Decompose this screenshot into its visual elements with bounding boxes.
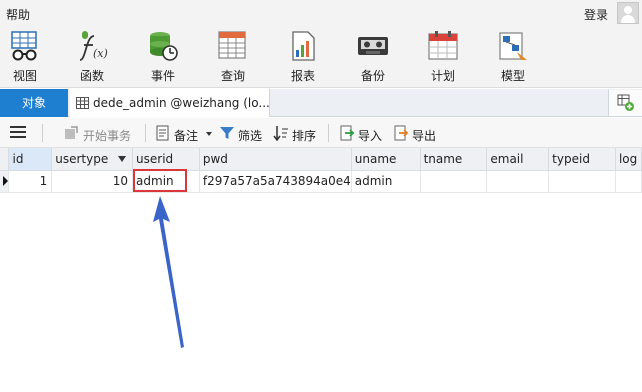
toolbar-event-label: 事件 — [150, 69, 175, 83]
cell-uname[interactable]: admin — [351, 170, 421, 193]
column-header-userid[interactable]: userid — [132, 148, 200, 171]
event-clock-icon — [150, 32, 178, 61]
tab-objects[interactable]: 对象 — [0, 89, 68, 117]
row-pointer-icon — [3, 176, 8, 186]
menu-hamburger-icon[interactable] — [10, 126, 26, 139]
toolbar-schedule-button[interactable]: 计划 — [418, 28, 468, 86]
toolbar-event-button[interactable]: 事件 — [138, 28, 188, 86]
navicat-window: 帮助 登录 视图 (x) 函数 事件 查询 报表 备份 计划 模型 对象 ded… — [0, 0, 642, 392]
toolbar-report-button[interactable]: 报表 — [278, 28, 328, 86]
query-table-icon — [218, 31, 246, 59]
memo-button[interactable]: 备注 — [155, 125, 215, 143]
user-avatar-icon[interactable] — [617, 2, 639, 24]
add-table-icon — [617, 94, 634, 111]
tab-dede-admin-label: dede_admin @weizhang (lo... — [93, 96, 270, 110]
toolbar-backup-button[interactable]: 备份 — [348, 28, 398, 86]
function-icon: (x) — [79, 31, 108, 61]
menu-help[interactable]: 帮助 — [6, 6, 30, 23]
export-icon — [394, 125, 409, 141]
toolbar-query-label: 查询 — [220, 69, 245, 83]
memo-label: 备注 — [174, 129, 199, 143]
toolbar-report-label: 报表 — [290, 69, 315, 83]
table-row[interactable]: 1 10 admin f297a57a5a743894a0e4 admin — [0, 170, 642, 193]
memo-icon — [156, 125, 169, 141]
cell-pwd[interactable]: f297a57a5a743894a0e4 — [199, 170, 352, 193]
table-icon — [76, 97, 89, 109]
begin-transaction-button[interactable]: 开始事务 — [63, 125, 135, 143]
import-icon — [340, 125, 355, 141]
column-header-tname[interactable]: tname — [420, 148, 488, 171]
sort-button[interactable]: 排序 — [273, 125, 321, 143]
transaction-icon — [65, 126, 78, 139]
cell-typeid[interactable] — [548, 170, 616, 193]
sort-icon — [273, 126, 288, 141]
model-icon — [499, 32, 527, 60]
record-table: id usertype userid pwd uname tname email… — [0, 148, 642, 193]
cell-userid[interactable]: admin — [132, 170, 200, 193]
toolbar-view-button[interactable]: 视图 — [0, 28, 50, 86]
svg-text:(x): (x) — [93, 47, 108, 60]
tape-backup-icon — [358, 37, 388, 55]
data-toolbar: 开始事务 备注 筛选 排序 导入 导出 — [0, 118, 642, 148]
column-header-usertype-label: usertype — [55, 151, 109, 166]
tab-dede-admin-table[interactable]: dede_admin @weizhang (lo... — [70, 89, 270, 117]
cell-email[interactable] — [486, 170, 550, 193]
toolbar-model-button[interactable]: 模型 — [488, 28, 538, 86]
filter-icon — [220, 127, 234, 139]
filter-button[interactable]: 筛选 — [219, 125, 267, 143]
filter-label: 筛选 — [238, 129, 263, 143]
export-button[interactable]: 导出 — [393, 125, 441, 143]
column-header-id[interactable]: id — [8, 148, 53, 171]
cell-id[interactable]: 1 — [8, 170, 53, 193]
sort-descending-icon[interactable] — [118, 156, 127, 162]
toolbar-divider — [42, 124, 43, 142]
cell-usertype[interactable]: 10 — [51, 170, 134, 193]
toolbar-function-button[interactable]: (x) 函数 — [67, 28, 117, 86]
toolbar-model-label: 模型 — [500, 69, 525, 83]
toolbar-divider — [145, 124, 146, 142]
memo-dropdown-icon[interactable] — [206, 132, 212, 136]
column-header-email[interactable]: email — [486, 148, 550, 171]
main-toolbar: 视图 (x) 函数 事件 查询 报表 备份 计划 模型 — [0, 26, 642, 88]
current-row-indicator[interactable] — [0, 170, 10, 193]
import-label: 导入 — [358, 129, 383, 143]
toolbar-function-label: 函数 — [79, 69, 104, 83]
begin-transaction-label: 开始事务 — [83, 129, 132, 143]
toolbar-query-button[interactable]: 查询 — [208, 28, 258, 86]
cell-log[interactable] — [615, 170, 642, 193]
login-link[interactable]: 登录 — [584, 6, 608, 23]
report-chart-icon — [292, 31, 315, 61]
toolbar-backup-label: 备份 — [360, 69, 385, 83]
column-header-usertype[interactable]: usertype — [51, 148, 134, 171]
column-header-uname[interactable]: uname — [351, 148, 421, 171]
column-header-pwd[interactable]: pwd — [199, 148, 352, 171]
toolbar-schedule-label: 计划 — [430, 69, 455, 83]
column-header-log[interactable]: log — [615, 148, 642, 171]
toolbar-divider — [328, 124, 329, 142]
glasses-icon — [11, 31, 37, 61]
menu-bar: 帮助 登录 — [0, 0, 642, 26]
export-label: 导出 — [412, 129, 437, 143]
import-button[interactable]: 导入 — [339, 125, 387, 143]
row-header-corner — [0, 148, 10, 171]
cell-tname[interactable] — [420, 170, 488, 193]
column-header-typeid[interactable]: typeid — [548, 148, 616, 171]
tab-bar: 对象 dede_admin @weizhang (lo... — [0, 89, 642, 117]
calendar-icon — [428, 31, 458, 60]
toolbar-view-label: 视图 — [12, 69, 37, 83]
data-grid: id usertype userid pwd uname tname email… — [0, 148, 642, 392]
new-tab-button[interactable] — [608, 90, 642, 116]
column-header-row: id usertype userid pwd uname tname email… — [0, 148, 642, 171]
sort-label: 排序 — [292, 129, 317, 143]
